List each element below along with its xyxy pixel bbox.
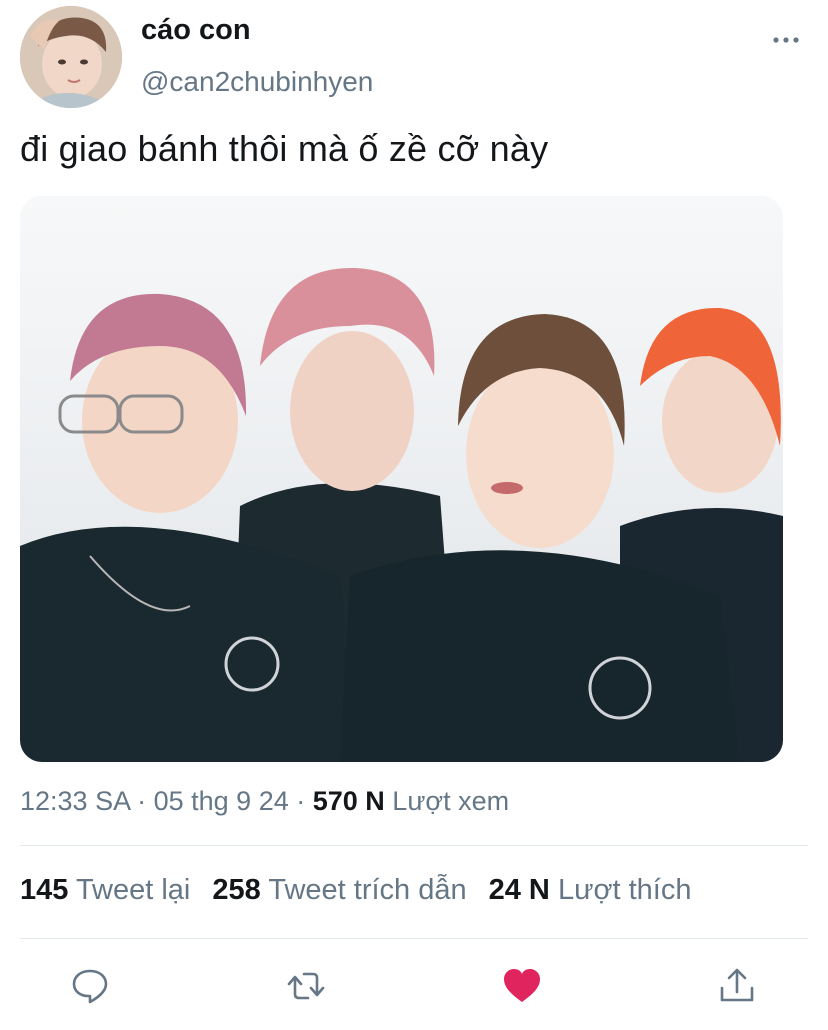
share-icon xyxy=(720,968,754,1002)
tweet-date[interactable]: 05 thg 9 24 xyxy=(154,786,289,816)
retweet-icon xyxy=(287,972,325,1000)
user-handle[interactable]: @can2chubinhyen xyxy=(141,66,373,98)
retweet-button[interactable] xyxy=(286,966,326,1006)
meta-separator: · xyxy=(288,786,313,816)
tweet-meta: 12:33 SA · 05 thg 9 24 · 570 N Lượt xem xyxy=(20,786,509,817)
tweet-photo[interactable] xyxy=(20,196,783,762)
avatar[interactable] xyxy=(20,6,122,108)
retweets-label: Tweet lại xyxy=(75,874,191,906)
likes-label: Lượt thích xyxy=(557,874,692,906)
engagement-stats: 145 Tweet lại 258 Tweet trích dẫn 24 N Lượ… xyxy=(20,874,691,907)
retweets-count: 145 xyxy=(20,874,69,906)
tweet-time[interactable]: 12:33 SA xyxy=(20,786,130,816)
views-label: Lượt xem xyxy=(384,786,510,816)
meta-separator: · xyxy=(129,786,154,816)
quotes-count: 258 xyxy=(212,874,261,906)
avatar-image xyxy=(20,6,122,108)
display-name[interactable]: cáo con xyxy=(141,14,251,47)
like-button[interactable] xyxy=(502,966,542,1006)
divider xyxy=(20,938,808,939)
likes-count: 24 N xyxy=(488,874,550,906)
more-options-icon[interactable] xyxy=(772,30,800,50)
reply-icon xyxy=(72,969,108,1004)
likes-stat[interactable]: 24 N Lượt thích xyxy=(489,874,692,906)
share-button[interactable] xyxy=(717,966,757,1006)
tweet-text: đi giao bánh thôi mà ố zề cỡ này xyxy=(20,128,549,169)
reply-button[interactable] xyxy=(70,966,110,1006)
divider xyxy=(20,845,808,846)
quotes-label: Tweet trích dẫn xyxy=(268,874,467,906)
heart-filled-icon xyxy=(504,969,540,1002)
quotes-stat[interactable]: 258 Tweet trích dẫn xyxy=(212,874,466,906)
views-count: 570 N xyxy=(312,786,385,816)
retweets-stat[interactable]: 145 Tweet lại xyxy=(20,874,190,906)
